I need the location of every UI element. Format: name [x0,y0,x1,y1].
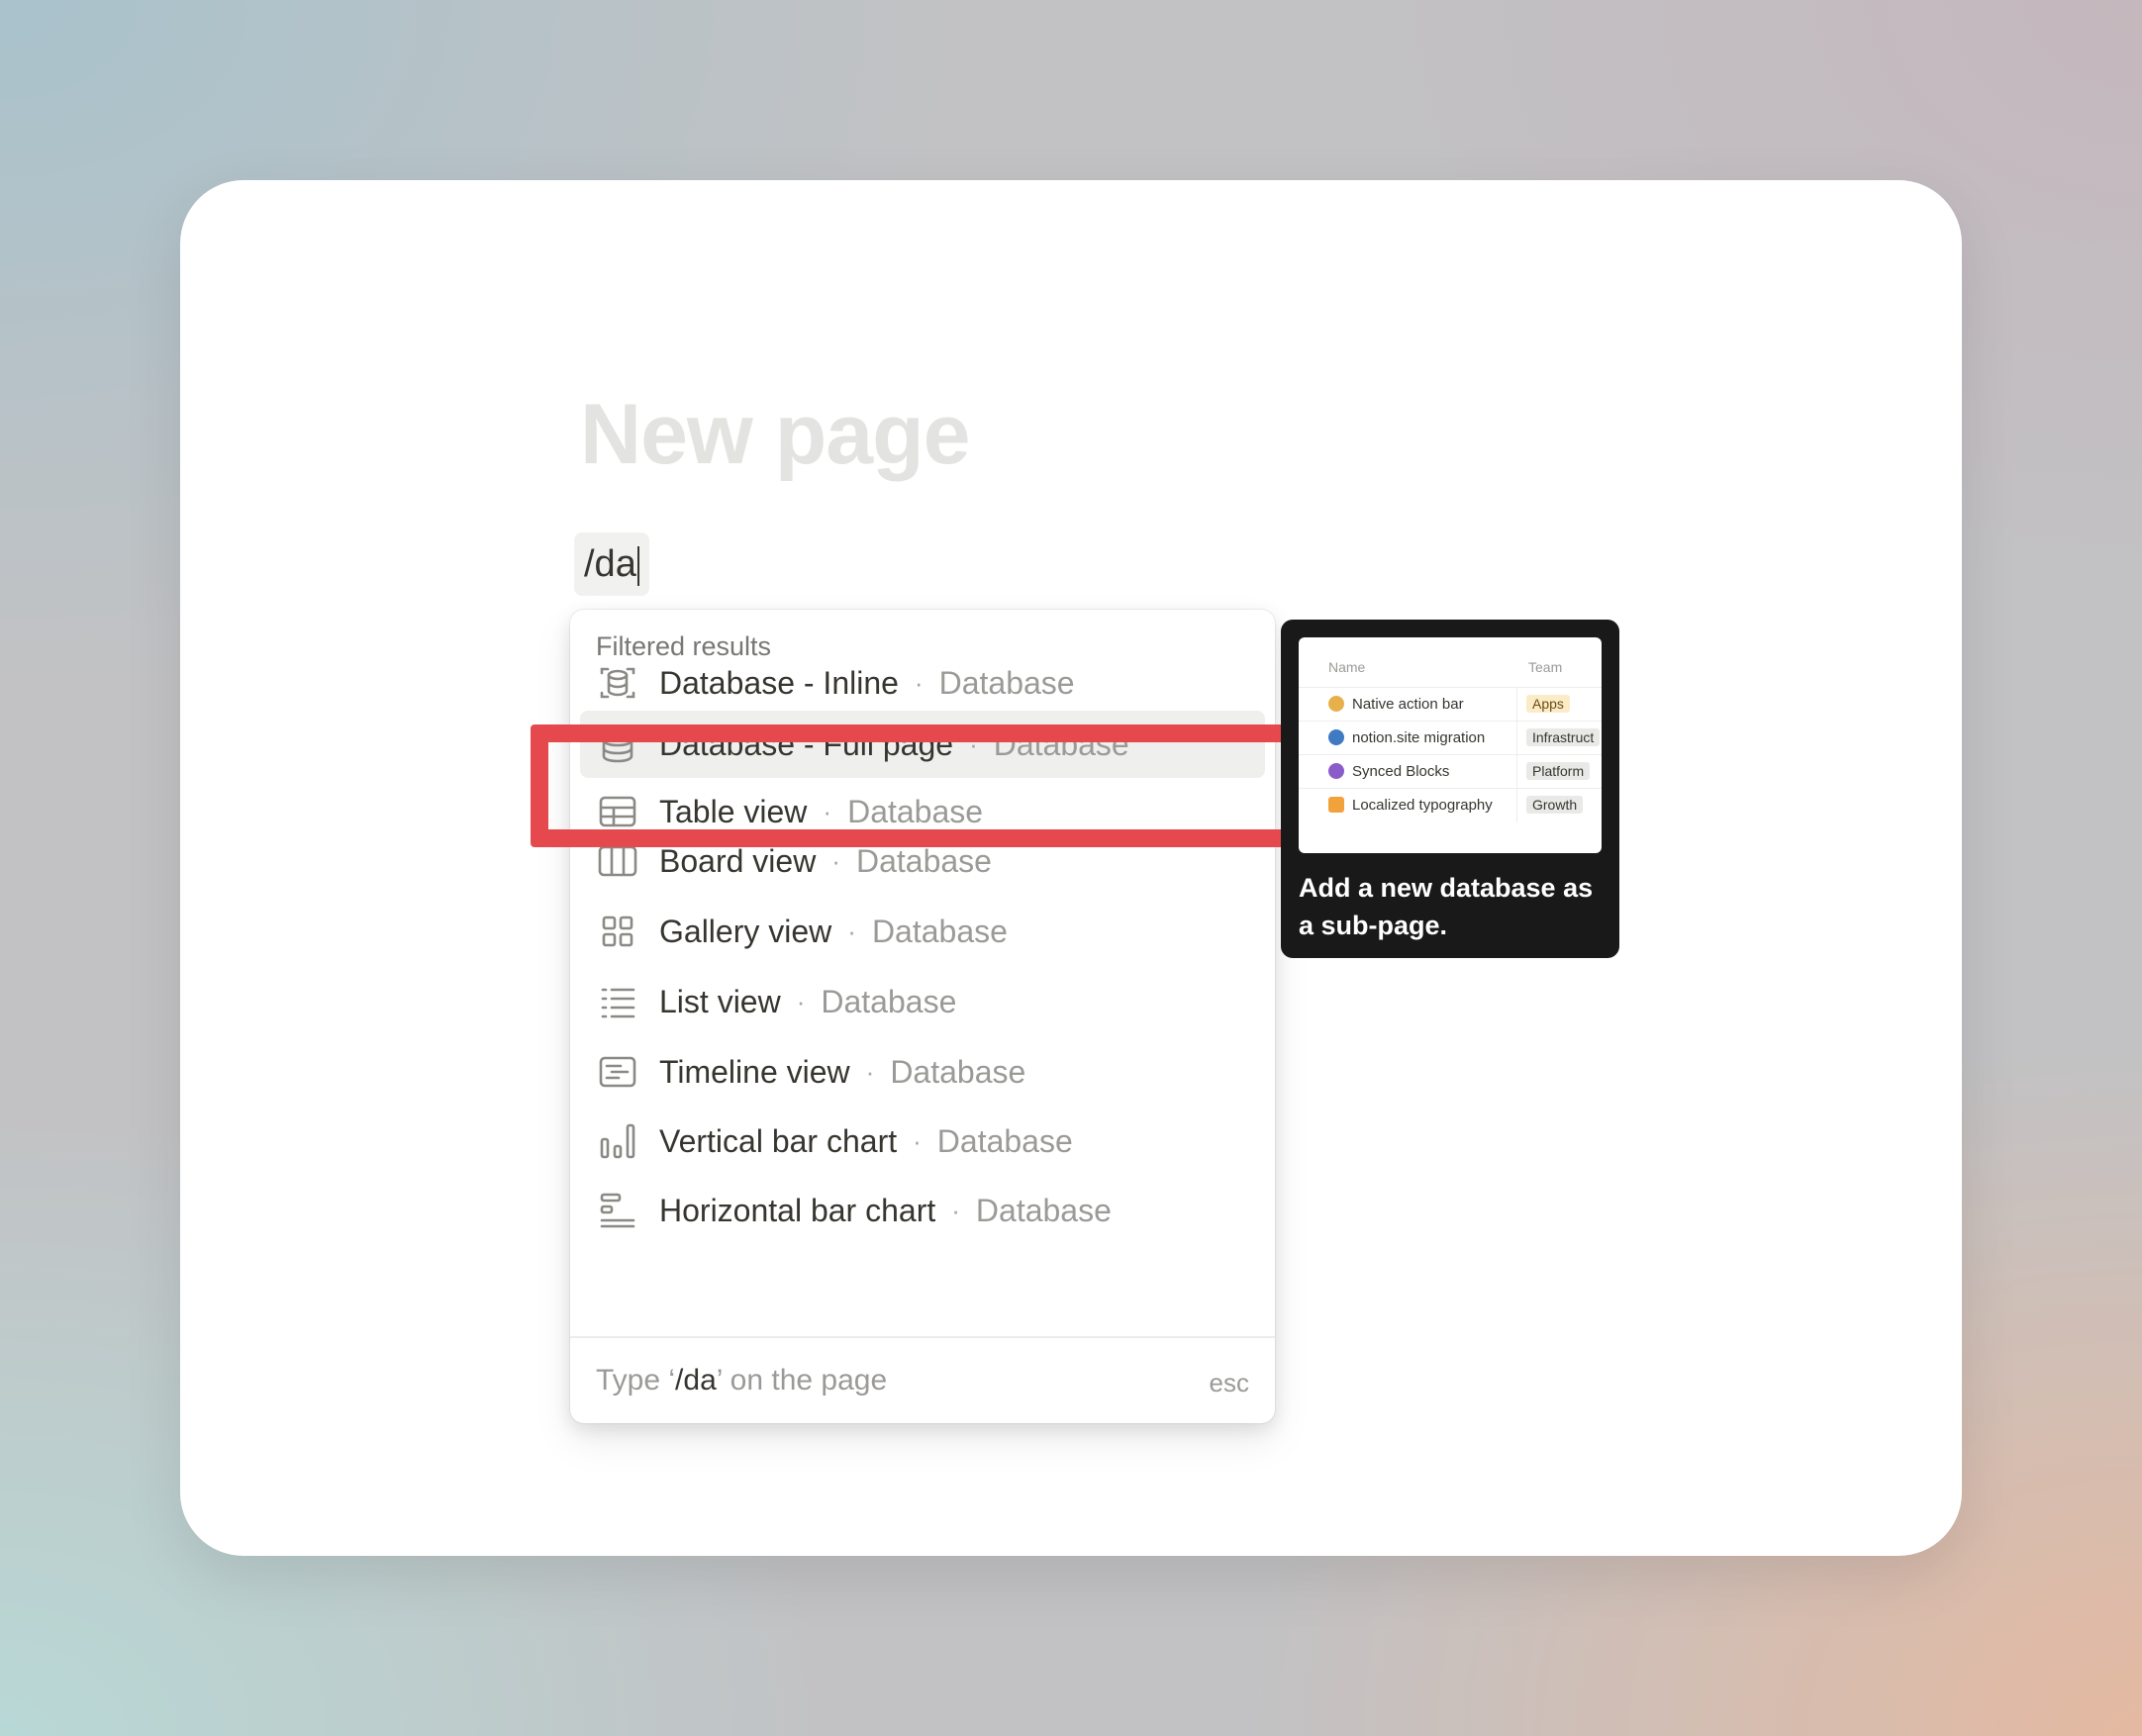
gallery-icon [596,910,639,953]
menu-item-timeline-view[interactable]: Timeline view · Database [580,1038,1265,1106]
hint-prefix: Type ‘ [596,1364,676,1397]
menu-item-label: Gallery view [659,913,832,949]
menu-item-board-view[interactable]: Board view · Database [580,827,1265,895]
horizontal-bar-chart-icon [596,1189,639,1232]
text-caret [636,545,639,586]
list-icon [596,980,639,1023]
preview-table-header: Name Team [1299,659,1602,681]
hint-query: /da [675,1364,717,1397]
column-divider [1516,688,1517,722]
menu-item-label: Database - Inline [659,664,899,701]
menu-item-category: Database [975,1192,1112,1228]
preview-tooltip: Name Team Native action bar Apps notion.… [1281,620,1619,958]
menu-item-separator: · [831,845,840,876]
menu-item-separator: · [847,916,856,946]
menu-item-separator: · [796,986,806,1016]
menu-item-separator: · [914,667,924,698]
menu-item-separator: · [913,1125,922,1156]
menu-item-label: Database - Full page [659,725,954,762]
menu-item-database-inline[interactable]: Database - Inline · Database [580,649,1265,717]
menu-item-vertical-bar-chart[interactable]: Vertical bar chart · Database [580,1108,1265,1175]
pencil-icon [1328,696,1344,712]
column-divider [1516,789,1517,822]
column-divider [1516,722,1517,755]
menu-item-horizontal-bar-chart[interactable]: Horizontal bar chart · Database [580,1177,1265,1244]
menu-item-label: Timeline view [659,1053,850,1090]
database-inline-icon [596,661,639,705]
preview-row: Native action bar Apps [1299,687,1602,722]
globe-icon [1328,729,1344,745]
menu-item-category: Database [847,793,984,829]
row-name: notion.site migration [1352,729,1486,746]
menu-item-category: Database [993,725,1129,762]
team-tag: Infrastruct [1526,728,1601,746]
menu-item-category: Database [938,664,1075,701]
page-title[interactable]: New page [580,386,970,484]
name-column-header: Name [1328,659,1366,675]
vertical-bar-chart-icon [596,1119,639,1163]
preview-description: Add a new database as a sub-page. [1299,873,1594,940]
menu-item-category: Database [821,983,957,1019]
menu-item-label: List view [659,983,781,1019]
team-tag: Growth [1526,796,1584,814]
column-divider [1516,755,1517,789]
menu-item-list-view[interactable]: List view · Database [580,968,1265,1035]
menu-item-separator: · [951,1195,960,1225]
slash-command-menu: Filtered results Database - Inline · Dat… [570,610,1275,1423]
row-name: Synced Blocks [1352,763,1450,780]
row-name: Localized typography [1352,797,1493,814]
preview-row: notion.site migration Infrastruct [1299,721,1602,755]
preview-row: Localized typography Growth [1299,788,1602,822]
typography-icon [1328,797,1344,813]
menu-item-category: Database [871,913,1008,949]
team-tag: Apps [1526,695,1570,713]
menu-item-database-full-page[interactable]: Database - Full page · Database [580,711,1265,778]
menu-item-separator: · [969,728,978,759]
menu-item-separator: · [865,1056,875,1087]
menu-item-label: Horizontal bar chart [659,1192,936,1228]
menu-item-gallery-view[interactable]: Gallery view · Database [580,898,1265,965]
slash-command-text: /da [584,543,636,585]
database-icon [596,723,639,766]
hint-suffix: ’ on the page [716,1364,888,1397]
menu-item-category: Database [855,842,992,879]
row-name: Native action bar [1352,696,1464,713]
preview-row: Synced Blocks Platform [1299,754,1602,789]
menu-item-label: Vertical bar chart [659,1122,898,1159]
board-icon [596,839,639,883]
type-on-page-hint[interactable]: Type ‘/da’ on the page [596,1364,887,1398]
crystal-ball-icon [1328,763,1344,779]
team-column-header: Team [1528,659,1563,675]
esc-shortcut[interactable]: esc [1210,1368,1249,1398]
menu-item-category: Database [890,1053,1026,1090]
preview-table: Name Team Native action bar Apps notion.… [1299,637,1602,853]
menu-item-label: Board view [659,842,817,879]
menu-item-separator: · [823,796,832,826]
menu-item-label: Table view [659,793,808,829]
slash-command-input[interactable]: /da [574,532,649,596]
menu-footer: Type ‘/da’ on the page esc [570,1336,1275,1423]
timeline-icon [596,1050,639,1094]
team-tag: Platform [1526,762,1591,780]
menu-item-category: Database [936,1122,1073,1159]
